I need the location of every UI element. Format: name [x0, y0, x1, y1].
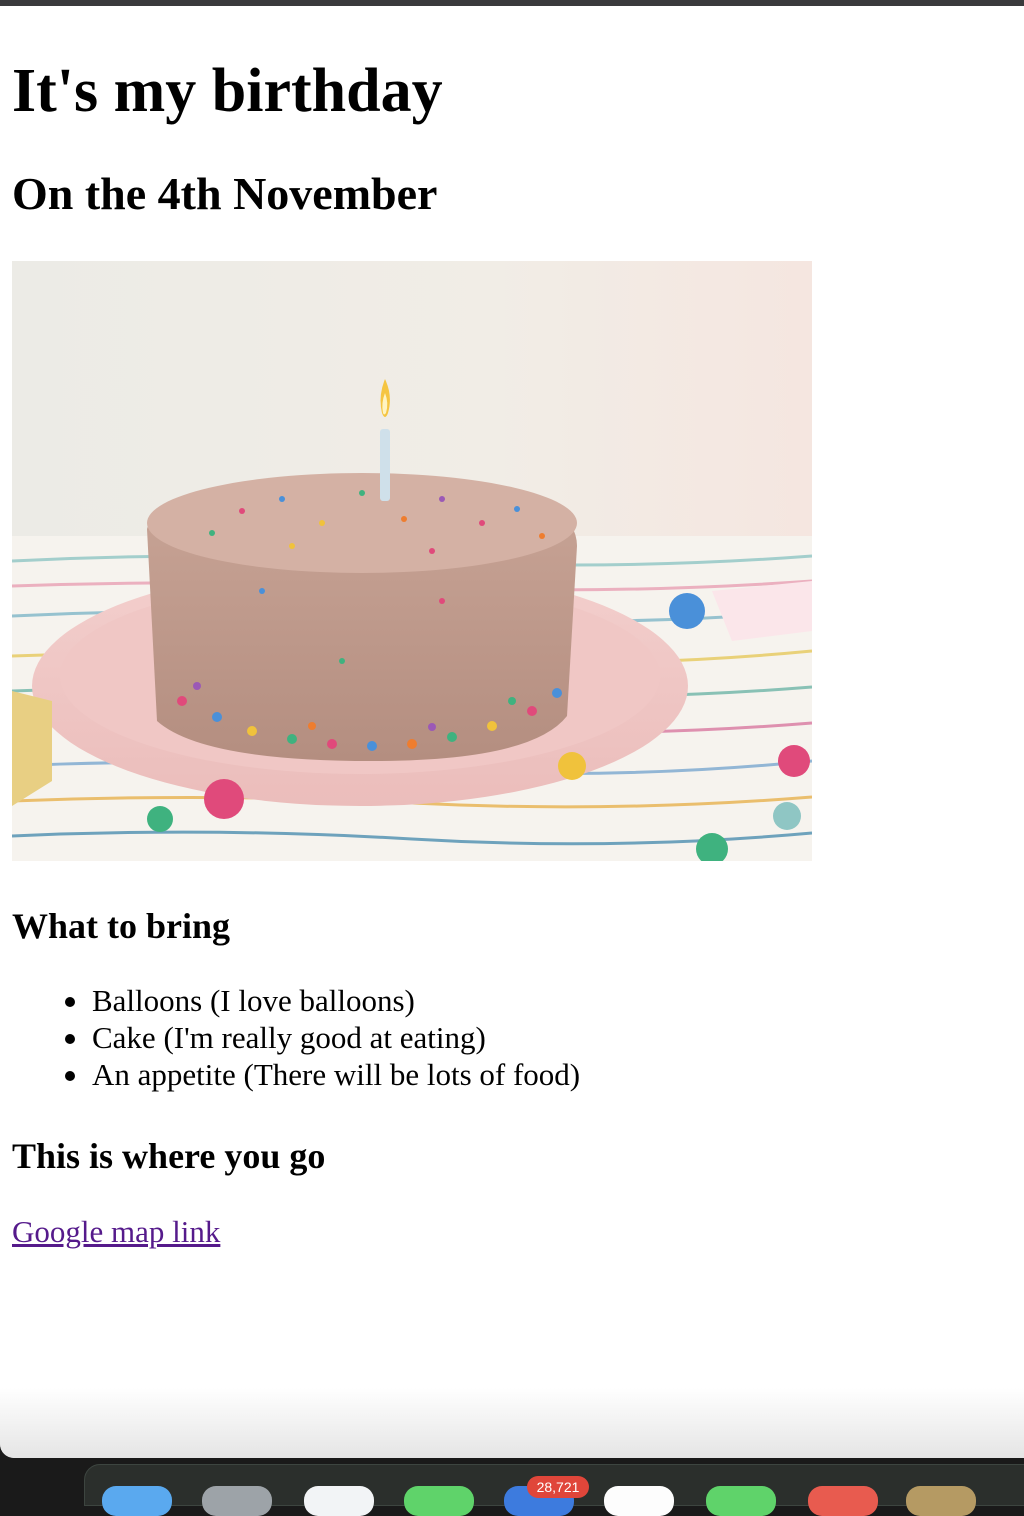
google-map-link[interactable]: Google map link [12, 1212, 220, 1252]
list-item: An appetite (There will be lots of food) [12, 1056, 580, 1093]
mail-badge: 28,721 [527, 1476, 589, 1498]
list-item: Cake (I'm really good at eating) [12, 1019, 580, 1056]
messages-icon[interactable] [404, 1486, 474, 1516]
facetime-icon[interactable] [706, 1486, 776, 1516]
browser-window: It's my birthday On the 4th November Wha… [0, 6, 1024, 1458]
safari-icon[interactable] [304, 1486, 374, 1516]
calendar-icon[interactable] [808, 1486, 878, 1516]
bring-list: Balloons (I love balloons) Cake (I'm rea… [12, 982, 580, 1093]
page-title: It's my birthday [12, 57, 443, 125]
list-item: Balloons (I love balloons) [12, 982, 580, 1019]
what-to-bring-heading: What to bring [12, 906, 231, 946]
launchpad-icon[interactable] [202, 1486, 272, 1516]
finder-icon[interactable] [102, 1486, 172, 1516]
notes-icon[interactable] [906, 1486, 976, 1516]
page-subtitle: On the 4th November [12, 168, 438, 219]
where-heading: This is where you go [12, 1136, 326, 1176]
photos-icon[interactable] [604, 1486, 674, 1516]
birthday-cake-photo [12, 261, 812, 861]
